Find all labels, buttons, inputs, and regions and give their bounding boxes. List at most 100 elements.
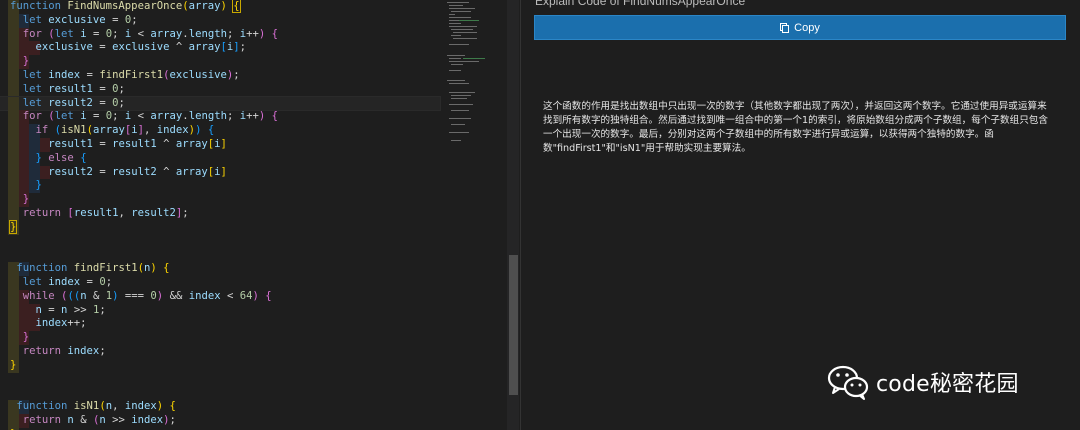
code-line[interactable]: } [0,219,440,235]
code-token: ^ [156,137,176,150]
code-line[interactable] [0,248,440,262]
code-token: let [54,110,81,123]
code-line[interactable] [0,373,440,387]
code-text: } [10,331,29,345]
code-text: } [8,219,18,235]
code-token: & [86,289,106,302]
code-editor[interactable]: function FindNumsAppearOnce(array) { let… [0,0,520,430]
code-text: return [result1, result2]; [10,207,189,221]
code-token: { [207,124,215,137]
copy-button[interactable]: Copy [534,15,1066,40]
code-line[interactable]: function isN1(n, index) { [0,400,440,414]
code-line[interactable]: let result1 = 0; [0,82,440,97]
code-line[interactable]: return [result1, result2]; [0,206,440,221]
code-token: else [48,151,81,164]
code-token: result2 [48,96,93,109]
code-line[interactable]: } [0,179,440,194]
editor-scrollbar-thumb[interactable] [509,255,518,395]
code-line[interactable]: } [0,55,440,69]
code-token: ] [220,137,227,150]
code-token: findFirst1 [73,262,138,275]
code-token: { [265,289,272,302]
code-token: exclusive [48,13,106,26]
code-line[interactable]: let index = 0; [0,275,440,290]
code-token: ; [169,413,176,426]
code-text: return index; [10,345,106,359]
code-line[interactable]: } [0,358,440,373]
code-line[interactable]: n = n >> 1; [0,303,440,318]
code-line[interactable]: let result2 = 0; [0,95,441,112]
code-line[interactable] [0,235,440,249]
code-token: let [22,82,49,95]
code-token: index [67,344,100,357]
code-token: = [92,137,113,150]
code-line[interactable]: return index; [0,344,440,359]
code-token: >> [67,303,93,316]
code-token: index [48,275,81,288]
code-line[interactable]: result2 = result2 ^ array[i] [0,165,440,180]
code-token: ++; [67,317,87,330]
code-token: { [271,27,279,40]
code-token: isN1 [73,400,100,413]
code-token: exclusive [169,68,227,81]
code-line[interactable]: } else { [0,151,440,166]
code-token: = [92,82,113,95]
code-token: ] [220,165,227,178]
code-line[interactable]: } [0,331,440,345]
code-line[interactable]: for (let i = 0; i < array.length; i++) { [0,27,440,42]
code-line[interactable]: for (let i = 0; i < array.length; i++) { [0,110,440,125]
code-text: } [10,193,29,207]
code-token: , [112,400,125,413]
code-token: array [188,0,221,12]
code-text: return n & (n >> index); [10,414,176,428]
code-token: return [22,413,68,426]
code-token: result1 [48,137,93,150]
code-token: for [22,27,49,40]
code-text: let index = findFirst1(exclusive); [10,69,240,83]
code-token: , [118,206,132,219]
code-token: ; [105,275,113,288]
minimap[interactable] [445,0,505,160]
code-line[interactable]: function findFirst1(n) { [0,262,440,276]
code-line[interactable]: result1 = result1 ^ array[i] [0,137,440,152]
code-token: isN1 [61,124,87,137]
code-line[interactable]: exclusive = exclusive ^ array[i]; [0,41,440,56]
code-token: = [92,96,113,109]
code-line[interactable]: } [0,193,440,207]
code-token: result2 [131,206,176,219]
code-token: exclusive [35,41,93,54]
code-line[interactable]: let exclusive = 0; [0,13,440,28]
code-text: exclusive = exclusive ^ array[i]; [10,41,247,55]
code-text: for (let i = 0; i < array.length; i++) { [10,110,278,124]
code-token: < [220,289,240,302]
wechat-icon [827,365,869,400]
code-token: ; [118,82,125,95]
code-area[interactable]: function FindNumsAppearOnce(array) { let… [0,0,441,430]
code-token: result1 [73,206,119,219]
code-line[interactable]: index++; [0,317,440,332]
code-token: } [8,219,18,234]
code-token: ++ [246,110,259,123]
code-token: length [188,27,227,40]
code-token: for [22,110,49,123]
code-token: < [131,110,151,123]
code-token: function [10,0,68,12]
code-line[interactable]: return n & (n >> index); [0,413,440,428]
code-token: FindNumsAppearOnce [67,0,183,12]
code-line[interactable]: let index = findFirst1(exclusive); [0,68,440,83]
code-text: while (((n & 1) === 0) && index < 64) { [10,290,272,304]
code-line[interactable]: if (isN1(array[i], index)) { [0,124,440,138]
code-line[interactable]: while (((n & 1) === 0) && index < 64) { [0,289,440,304]
code-line[interactable] [0,386,440,400]
code-token: array [175,137,208,150]
code-line[interactable]: function FindNumsAppearOnce(array) { [0,0,440,14]
